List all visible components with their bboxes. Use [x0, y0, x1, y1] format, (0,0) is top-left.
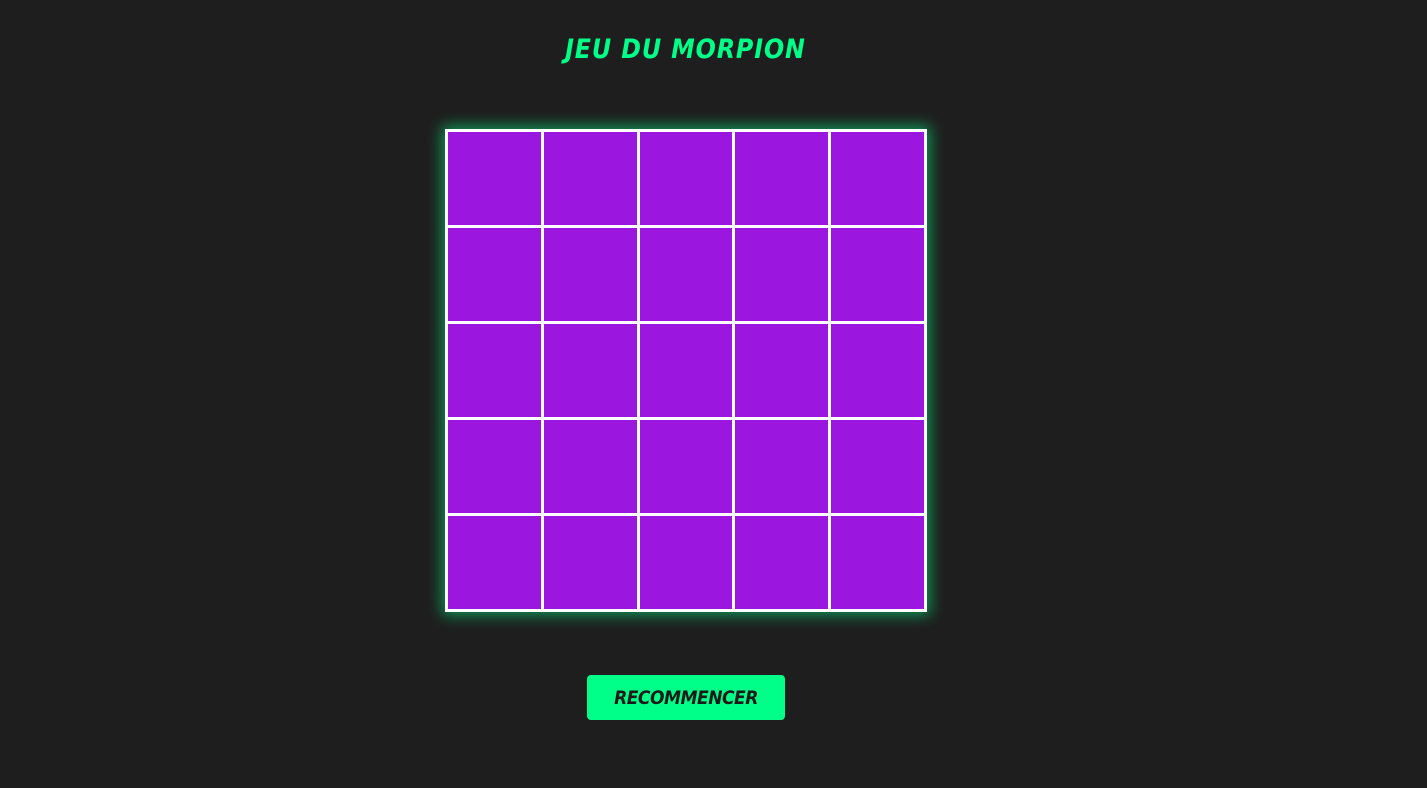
board-cell-5-4[interactable] [735, 516, 829, 609]
board-cell-4-2[interactable] [543, 420, 637, 513]
board-cell-1-3[interactable] [639, 132, 733, 225]
board-cell-2-5[interactable] [831, 228, 924, 321]
board-cell-5-2[interactable] [543, 516, 637, 609]
board-cell-3-2[interactable] [543, 324, 637, 417]
board-cell-1-2[interactable] [543, 132, 637, 225]
board-cell-2-2[interactable] [543, 228, 637, 321]
board-cell-3-3[interactable] [639, 324, 733, 417]
page-title: JEU DU MORPION [565, 34, 806, 65]
board-cell-2-1[interactable] [448, 228, 541, 321]
game-board [445, 129, 927, 612]
board-cell-3-1[interactable] [448, 324, 541, 417]
board-cell-1-1[interactable] [448, 132, 541, 225]
board-cell-5-5[interactable] [831, 516, 924, 609]
restart-button[interactable]: RECOMMENCER [587, 675, 785, 720]
board-cell-1-5[interactable] [831, 132, 924, 225]
board-cell-3-4[interactable] [735, 324, 829, 417]
board-cell-5-3[interactable] [639, 516, 733, 609]
board-cell-2-4[interactable] [735, 228, 829, 321]
board-cell-4-1[interactable] [448, 420, 541, 513]
board-cell-4-5[interactable] [831, 420, 924, 513]
board-cell-2-3[interactable] [639, 228, 733, 321]
board-cell-4-3[interactable] [639, 420, 733, 513]
board-cell-5-1[interactable] [448, 516, 541, 609]
board-cell-3-5[interactable] [831, 324, 924, 417]
board-cell-1-4[interactable] [735, 132, 829, 225]
board-cell-4-4[interactable] [735, 420, 829, 513]
